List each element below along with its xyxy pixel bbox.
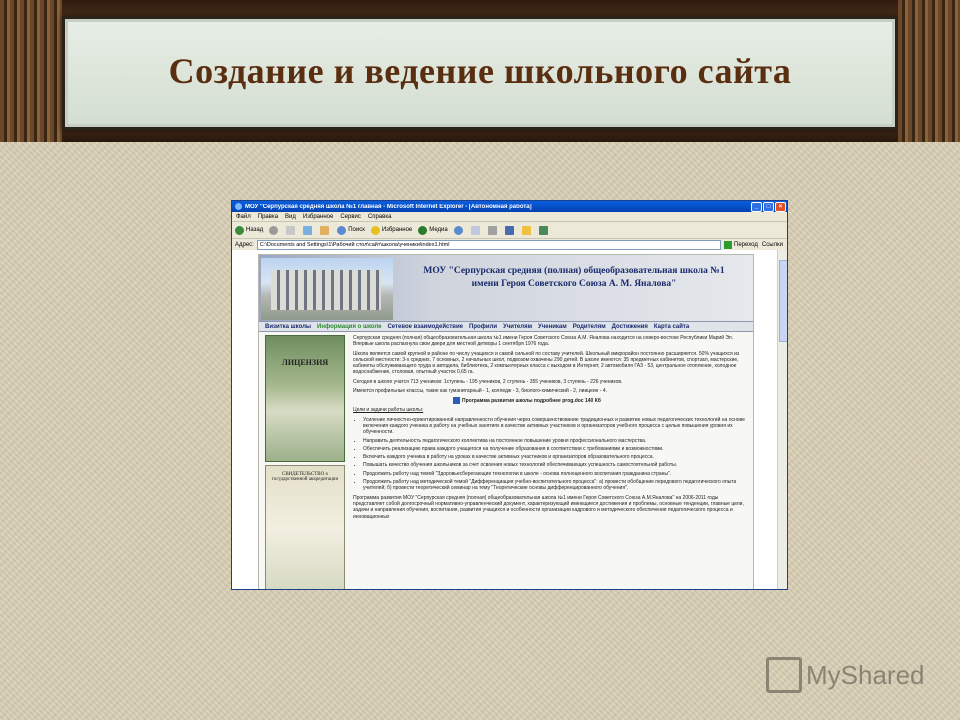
license-title: ЛИЦЕНЗИЯ xyxy=(281,358,329,367)
banner-frame-left xyxy=(0,0,62,142)
nav-item-students[interactable]: Ученикам xyxy=(538,324,567,330)
list-item: Включить каждого ученика в работу на уро… xyxy=(363,454,747,460)
address-input[interactable]: C:\Documents and Settings\1\Рабочий стол… xyxy=(256,239,722,250)
address-label: Адрес: xyxy=(235,241,254,248)
list-item: Продолжить работу над методической темой… xyxy=(363,479,747,492)
nav-item-card[interactable]: Визитка школы xyxy=(265,324,311,330)
go-button[interactable]: Переход xyxy=(724,240,758,249)
page-viewport: МОУ "Серпурская средняя (полная) общеобр… xyxy=(232,250,787,589)
refresh-icon xyxy=(303,225,313,235)
media-button[interactable]: Медиа xyxy=(418,225,448,235)
go-arrow-icon xyxy=(724,240,733,249)
building-shape xyxy=(271,270,381,310)
toolbar: Назад Поиск Избранное Медиа xyxy=(232,222,787,239)
media-icon xyxy=(418,225,428,235)
certificate-document[interactable]: СВИДЕТЕЛЬСТВО о государственной аккредит… xyxy=(265,465,345,589)
vertical-scrollbar[interactable] xyxy=(777,250,787,589)
paragraph: Сегодня в школе учатся 713 учеников: 1ст… xyxy=(353,378,623,385)
nav-item-profiles[interactable]: Профили xyxy=(469,324,497,330)
documents-column: ЛИЦЕНЗИЯ СВИДЕТЕЛЬСТВО о государственной… xyxy=(261,335,347,589)
license-document[interactable]: ЛИЦЕНЗИЯ xyxy=(265,335,345,462)
word-button[interactable] xyxy=(504,225,516,235)
word-icon xyxy=(504,225,514,235)
folder-button[interactable] xyxy=(521,225,533,235)
site-header: МОУ "Серпурская средняя (полная) общеобр… xyxy=(259,255,753,321)
mail-button[interactable] xyxy=(470,225,482,235)
watermark-text: MyShared xyxy=(806,659,925,690)
paragraph: Школа является самой крупной в районе по… xyxy=(353,350,740,376)
list-item: Повышать качество обучения школьников за… xyxy=(363,462,747,468)
close-button[interactable]: × xyxy=(775,201,786,212)
messenger-button[interactable] xyxy=(538,225,550,235)
home-button[interactable] xyxy=(320,225,331,235)
title-banner: Создание и ведение школьного сайта xyxy=(0,0,960,142)
ie-icon xyxy=(235,203,242,210)
nav-item-teachers[interactable]: Учителям xyxy=(503,324,532,330)
menu-favorites[interactable]: Избранное xyxy=(303,214,333,220)
menu-tools[interactable]: Сервис xyxy=(340,214,361,220)
browser-window: МОУ "Серпурская средняя школа №1 главная… xyxy=(231,200,788,590)
back-button[interactable]: Назад xyxy=(235,225,263,235)
list-item: Усиление личностно-ориентированной напра… xyxy=(363,417,747,436)
links-label[interactable]: Ссылки xyxy=(762,242,783,248)
paragraph: Серпурская средняя (полная) общеобразова… xyxy=(353,335,734,348)
list-item: Направить деятельность педагогического к… xyxy=(363,438,747,444)
slide-title: Создание и ведение школьного сайта xyxy=(168,51,792,91)
nav-item-achievements[interactable]: Достижения xyxy=(612,324,648,330)
history-button[interactable] xyxy=(453,225,465,235)
word-doc-icon xyxy=(453,397,460,405)
nav-item-parents[interactable]: Родителям xyxy=(573,324,606,330)
stop-button[interactable] xyxy=(286,225,297,235)
paragraph: Имеются профильные классы, такие как гум… xyxy=(353,388,607,395)
goals-list: Усиление личностно-ориентированной напра… xyxy=(353,417,747,492)
stop-icon xyxy=(286,225,296,235)
mail-icon xyxy=(470,225,480,235)
window-title: МОУ "Серпурская средняя школа №1 главная… xyxy=(245,203,532,210)
goals-heading: Цели и задачи работы школы: xyxy=(353,407,424,414)
history-icon xyxy=(453,225,463,235)
site-nav: Визитка школы Информация о школе Сетевое… xyxy=(259,321,753,332)
site-title: МОУ "Серпурская средняя (полная) общеобр… xyxy=(423,266,725,289)
school-site: МОУ "Серпурская средняя (полная) общеобр… xyxy=(258,254,754,589)
menu-view[interactable]: Вид xyxy=(285,214,296,220)
program-link[interactable]: Программа развития школы подробнее prog.… xyxy=(453,397,747,405)
back-arrow-icon xyxy=(235,225,244,235)
banner-frame-right xyxy=(898,0,960,142)
print-icon xyxy=(487,225,497,235)
refresh-button[interactable] xyxy=(303,225,314,235)
maximize-button[interactable]: □ xyxy=(763,201,774,212)
nav-item-info[interactable]: Информация о школе xyxy=(317,324,381,330)
school-building-photo xyxy=(261,258,393,320)
forward-arrow-icon xyxy=(269,225,279,235)
paragraph: Программа развития МОУ "Серпурская средн… xyxy=(353,494,744,520)
list-item: Обеспечить реализацию права каждого учащ… xyxy=(363,446,747,452)
certificate-title: СВИДЕТЕЛЬСТВО о государственной аккредит… xyxy=(271,472,339,482)
folder-icon xyxy=(521,225,531,235)
home-icon xyxy=(320,225,330,235)
minimize-button[interactable]: _ xyxy=(751,201,762,212)
browser-titlebar: МОУ "Серпурская средняя школа №1 главная… xyxy=(232,201,787,212)
menu-file[interactable]: Файл xyxy=(236,214,251,220)
favorites-button[interactable]: Избранное xyxy=(370,225,412,235)
menu-bar: Файл Правка Вид Избранное Сервис Справка xyxy=(232,212,787,222)
menu-help[interactable]: Справка xyxy=(368,214,392,220)
content-text: Серпурская средняя (полная) общеобразова… xyxy=(353,335,747,587)
search-button[interactable]: Поиск xyxy=(337,225,365,235)
site-body: ЛИЦЕНЗИЯ СВИДЕТЕЛЬСТВО о государственной… xyxy=(259,332,753,589)
scroll-thumb[interactable] xyxy=(779,260,787,342)
nav-item-sitemap[interactable]: Карта сайта xyxy=(654,324,689,330)
messenger-icon xyxy=(538,225,548,235)
search-icon xyxy=(337,225,347,235)
myshared-logo-icon xyxy=(766,657,802,693)
star-icon xyxy=(370,225,380,235)
myshared-watermark: MyShared xyxy=(766,657,925,693)
forward-button[interactable] xyxy=(269,225,280,235)
nav-item-network[interactable]: Сетевое взаимодействие xyxy=(387,324,463,330)
print-button[interactable] xyxy=(487,225,499,235)
menu-edit[interactable]: Правка xyxy=(258,214,278,220)
list-item: Продолжить работу над темой "Здоровьесбе… xyxy=(363,471,747,477)
